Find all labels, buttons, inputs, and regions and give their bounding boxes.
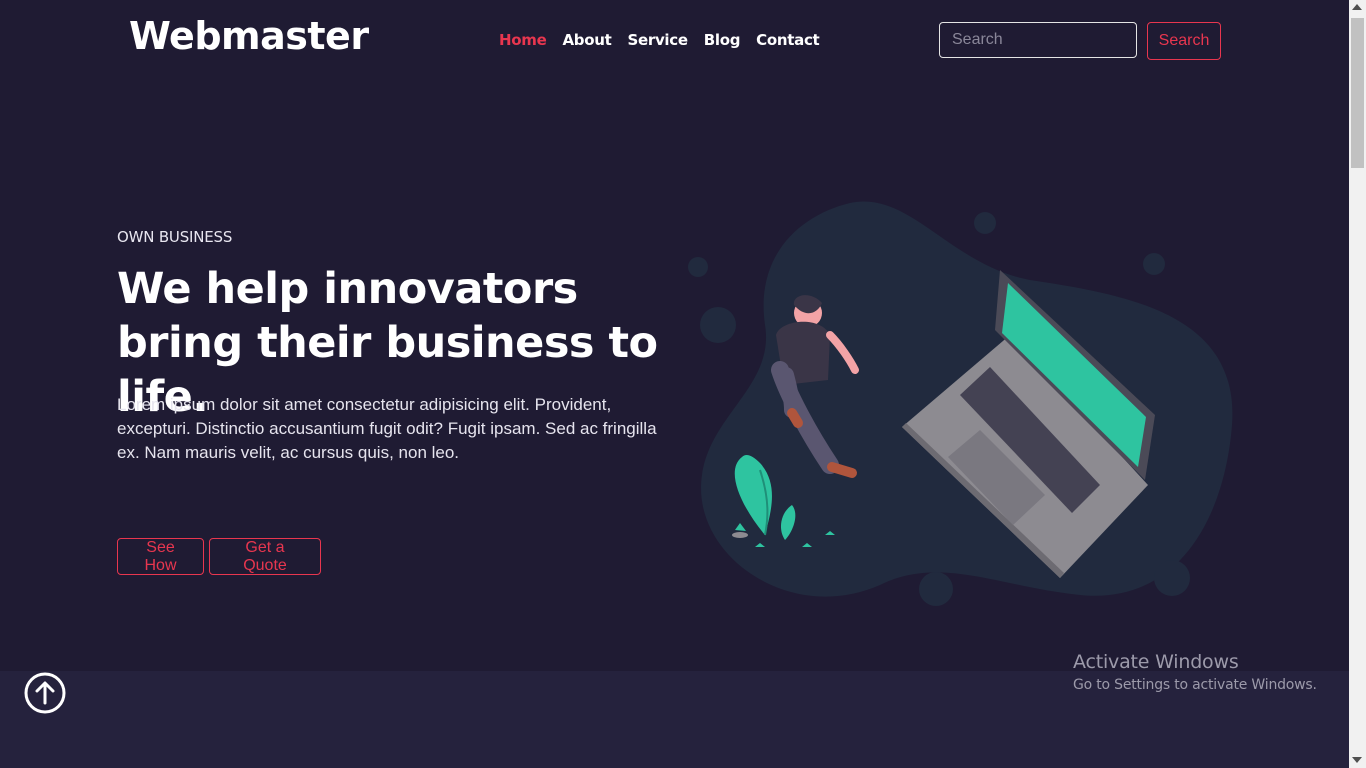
search-input[interactable] bbox=[939, 22, 1137, 58]
nav-contact[interactable]: Contact bbox=[756, 31, 820, 49]
activate-windows-subtitle: Go to Settings to activate Windows. bbox=[1073, 677, 1317, 693]
nav-home[interactable]: Home bbox=[499, 31, 547, 49]
nav-service[interactable]: Service bbox=[627, 31, 688, 49]
get-quote-button[interactable]: Get a Quote bbox=[209, 538, 321, 575]
see-how-button[interactable]: See How bbox=[117, 538, 204, 575]
person-with-laptop-illustration bbox=[688, 201, 1233, 606]
nav-about[interactable]: About bbox=[562, 31, 611, 49]
main-nav: Home About Service Blog Contact bbox=[499, 31, 835, 49]
scroll-down-arrow-icon[interactable] bbox=[1352, 757, 1362, 763]
brand-logo[interactable]: Webmaster bbox=[129, 14, 369, 58]
hero-lead-line1: Lorem ipsum dolor sit amet consectetur a… bbox=[117, 395, 657, 438]
hero-eyebrow: OWN BUSINESS bbox=[117, 228, 233, 246]
hero-lead: Lorem ipsum dolor sit amet consectetur a… bbox=[117, 393, 662, 465]
scrollbar-thumb[interactable] bbox=[1351, 18, 1364, 168]
nav-blog[interactable]: Blog bbox=[704, 31, 741, 49]
search-button[interactable]: Search bbox=[1147, 22, 1221, 60]
arrow-up-circle-icon[interactable] bbox=[24, 672, 66, 714]
activate-windows-title: Activate Windows bbox=[1073, 651, 1239, 673]
scroll-up-arrow-icon[interactable] bbox=[1352, 4, 1362, 10]
hero-lead-line2: ex. Nam mauris velit, ac cursus quis, no… bbox=[117, 443, 460, 462]
